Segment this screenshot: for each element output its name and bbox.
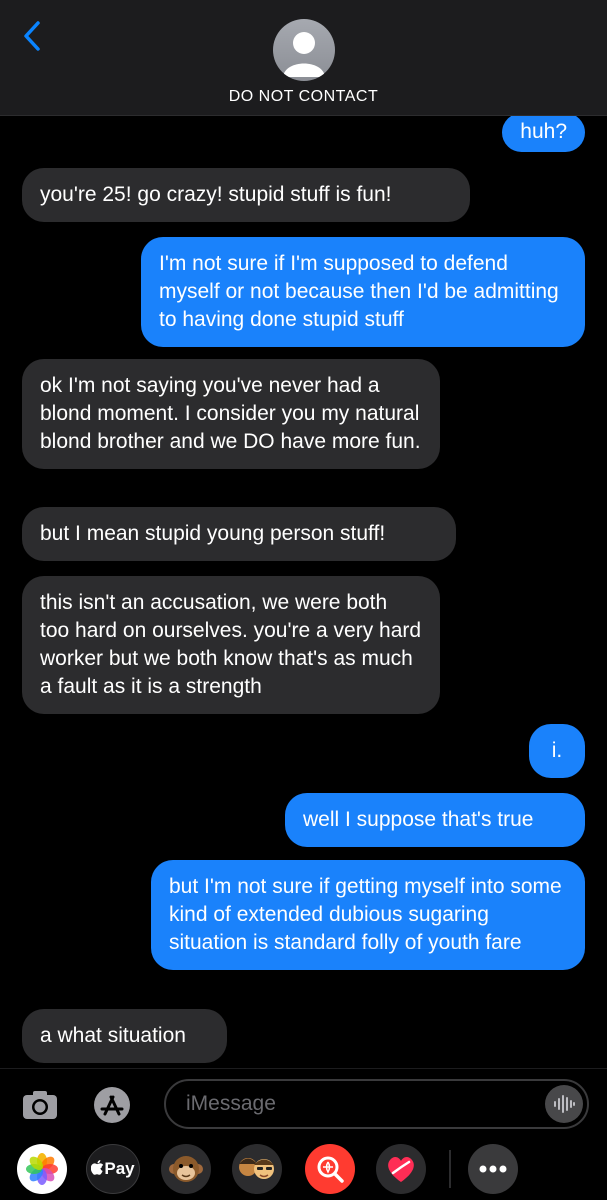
apple-pay-label: Pay (91, 1159, 135, 1179)
compose-bar (0, 1068, 607, 1138)
digital-touch-icon[interactable] (376, 1144, 426, 1194)
outgoing-message[interactable]: but I'm not sure if getting myself into … (151, 860, 585, 970)
memoji-stickers-icon[interactable] (232, 1144, 282, 1194)
back-chevron-icon[interactable] (12, 14, 52, 58)
apple-pay-icon[interactable]: Pay (86, 1144, 140, 1194)
contact-avatar-icon[interactable] (273, 19, 335, 81)
incoming-message[interactable]: a what situation (22, 1009, 227, 1063)
contact-name[interactable]: DO NOT CONTACT (0, 88, 607, 106)
audio-waveform-icon[interactable] (545, 1085, 583, 1123)
monkey-memoji-icon[interactable] (161, 1144, 211, 1194)
conversation-header: DO NOT CONTACT (0, 0, 607, 116)
app-drawer: Pay (0, 1138, 607, 1200)
app-store-icon[interactable] (92, 1085, 132, 1125)
drawer-divider (449, 1150, 451, 1188)
outgoing-message[interactable]: I'm not sure if I'm supposed to defend m… (141, 237, 585, 347)
message-thread: huh? you're 25! go crazy! stupid stuff i… (0, 0, 607, 1200)
photos-app-icon[interactable] (17, 1144, 67, 1194)
outgoing-message[interactable]: well I suppose that's true (285, 793, 585, 847)
incoming-message[interactable]: but I mean stupid young person stuff! (22, 507, 456, 561)
incoming-message[interactable]: you're 25! go crazy! stupid stuff is fun… (22, 168, 470, 222)
web-images-search-icon[interactable] (305, 1144, 355, 1194)
outgoing-message[interactable]: huh? (502, 113, 585, 152)
incoming-message[interactable]: ok I'm not saying you've never had a blo… (22, 359, 440, 469)
more-apps-icon[interactable] (468, 1144, 518, 1194)
message-input-field[interactable] (164, 1079, 589, 1129)
camera-icon[interactable] (20, 1085, 60, 1125)
outgoing-message[interactable]: i. (529, 724, 585, 778)
incoming-message[interactable]: this isn't an accusation, we were both t… (22, 576, 440, 714)
imessage-input[interactable] (186, 1089, 526, 1119)
